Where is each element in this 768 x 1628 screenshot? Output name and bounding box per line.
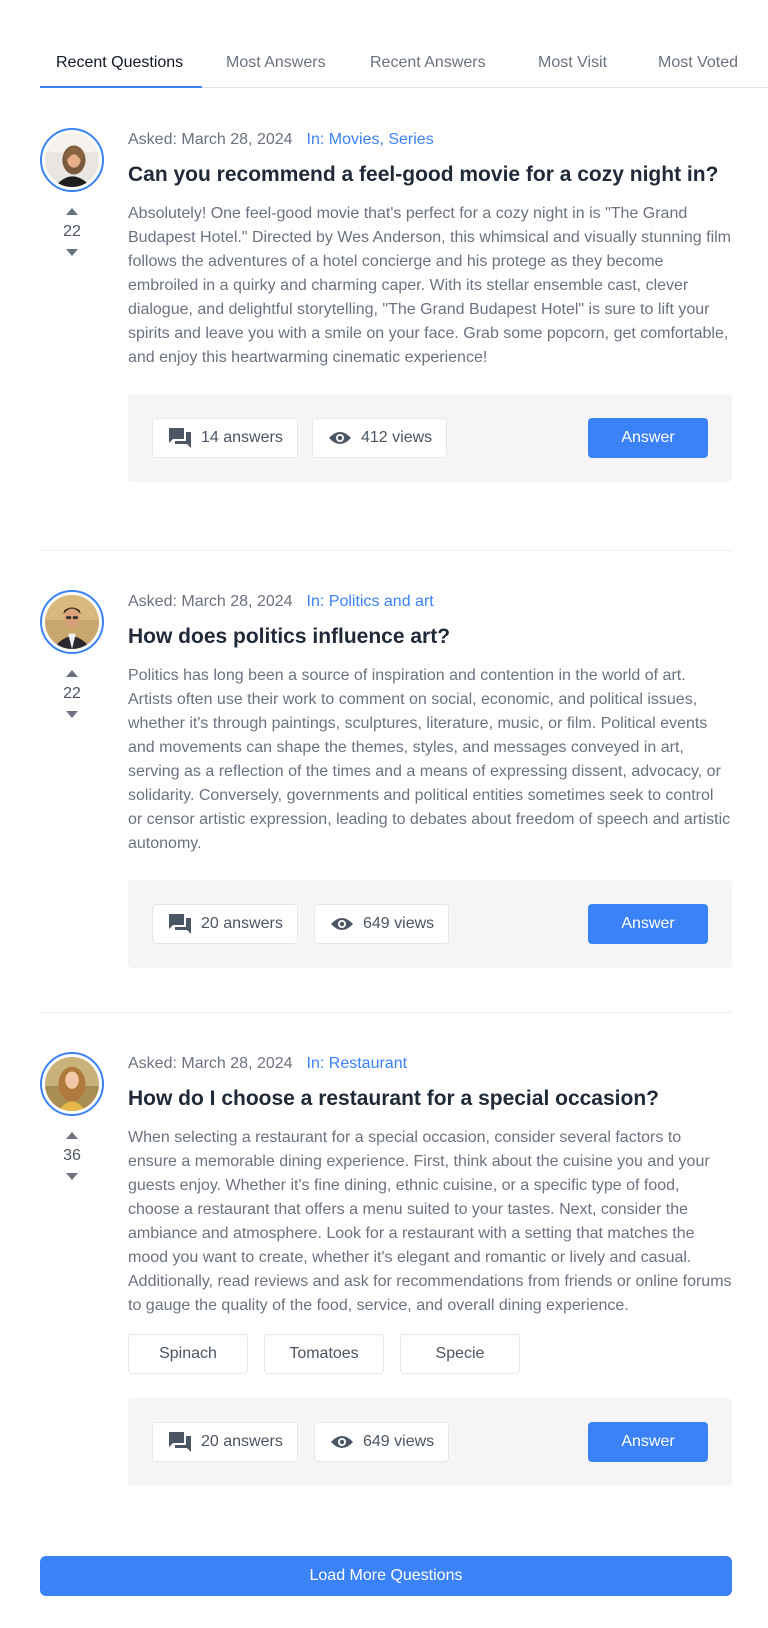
- answers-count: 20 answers: [201, 915, 283, 932]
- tab-recent-questions[interactable]: Recent Questions: [40, 44, 202, 88]
- vote-up-icon[interactable]: [66, 1132, 78, 1139]
- tab-recent-answers[interactable]: Recent Answers: [348, 44, 510, 88]
- vote-widget: 36: [40, 1132, 104, 1180]
- vote-count: 22: [63, 223, 81, 240]
- tab-most-answers[interactable]: Most Answers: [202, 44, 348, 88]
- asked-date: Asked: March 28, 2024: [128, 131, 293, 148]
- vote-widget: 22: [40, 670, 104, 718]
- vote-count: 22: [63, 685, 81, 702]
- answers-count-badge[interactable]: 20 answers: [152, 1422, 298, 1462]
- avatar[interactable]: [40, 128, 104, 192]
- tag-list: Spinach Tomatoes Specie: [128, 1334, 732, 1374]
- answer-button[interactable]: Answer: [588, 1422, 708, 1462]
- answers-count: 14 answers: [201, 429, 283, 446]
- stats-panel: 14 answers 412 views Answer: [128, 394, 732, 482]
- tab-most-visit[interactable]: Most Visit: [510, 44, 632, 88]
- views-count: 412 views: [361, 429, 433, 446]
- tab-most-voted[interactable]: Most Voted: [632, 44, 768, 88]
- question-tabs: Recent Questions Most Answers Recent Ans…: [40, 44, 768, 88]
- avatar[interactable]: [40, 1052, 104, 1116]
- vote-count: 36: [63, 1147, 81, 1164]
- asked-date: Asked: March 28, 2024: [128, 593, 293, 610]
- tag-chip[interactable]: Spinach: [128, 1334, 248, 1374]
- divider: [40, 1012, 732, 1013]
- category-link[interactable]: In: Politics and art: [307, 593, 434, 610]
- vote-down-icon[interactable]: [66, 249, 78, 256]
- chat-bubble-icon: [169, 914, 191, 934]
- avatar-image: [45, 1057, 99, 1111]
- category-link[interactable]: In: Restaurant: [307, 1055, 408, 1072]
- eye-icon: [331, 1436, 353, 1448]
- question-text: Politics has long been a source of inspi…: [128, 667, 731, 852]
- question-title[interactable]: Can you recommend a feel-good movie for …: [128, 160, 732, 190]
- question-text: Absolutely! One feel-good movie that's p…: [128, 205, 731, 366]
- answers-count-badge[interactable]: 14 answers: [152, 418, 298, 458]
- vote-down-icon[interactable]: [66, 711, 78, 718]
- vote-up-icon[interactable]: [66, 670, 78, 677]
- stats-panel: 20 answers 649 views Answer: [128, 1398, 732, 1486]
- answers-count: 20 answers: [201, 1433, 283, 1450]
- avatar[interactable]: [40, 590, 104, 654]
- tag-chip[interactable]: Specie: [400, 1334, 520, 1374]
- vote-down-icon[interactable]: [66, 1173, 78, 1180]
- vote-widget: 22: [40, 208, 104, 256]
- views-count: 649 views: [363, 915, 435, 932]
- avatar-image: [45, 595, 99, 649]
- answers-count-badge[interactable]: 20 answers: [152, 904, 298, 944]
- question-meta: Asked: March 28, 2024 In: Politics and ar…: [128, 590, 732, 614]
- views-count: 649 views: [363, 1433, 435, 1450]
- answer-button[interactable]: Answer: [588, 904, 708, 944]
- chat-bubble-icon: [169, 1432, 191, 1452]
- tag-chip[interactable]: Tomatoes: [264, 1334, 384, 1374]
- chat-bubble-icon: [169, 428, 191, 448]
- divider: [40, 550, 732, 551]
- views-count-badge[interactable]: 649 views: [314, 1422, 450, 1462]
- views-count-badge[interactable]: 412 views: [312, 418, 448, 458]
- question-text: When selecting a restaurant for a specia…: [128, 1129, 732, 1314]
- answer-button[interactable]: Answer: [588, 418, 708, 458]
- views-count-badge[interactable]: 649 views: [314, 904, 450, 944]
- asked-date: Asked: March 28, 2024: [128, 1055, 293, 1072]
- question-title[interactable]: How does politics influence art?: [128, 622, 732, 652]
- vote-up-icon[interactable]: [66, 208, 78, 215]
- stats-panel: 20 answers 649 views Answer: [128, 880, 732, 968]
- question-title[interactable]: How do I choose a restaurant for a speci…: [128, 1084, 732, 1114]
- question-meta: Asked: March 28, 2024 In: Movies, Series: [128, 128, 732, 152]
- eye-icon: [329, 432, 351, 444]
- category-link[interactable]: In: Movies, Series: [307, 131, 434, 148]
- load-more-button[interactable]: Load More Questions: [40, 1556, 732, 1596]
- eye-icon: [331, 918, 353, 930]
- question-meta: Asked: March 28, 2024 In: Restaurant: [128, 1052, 732, 1076]
- avatar-image: [45, 133, 99, 187]
